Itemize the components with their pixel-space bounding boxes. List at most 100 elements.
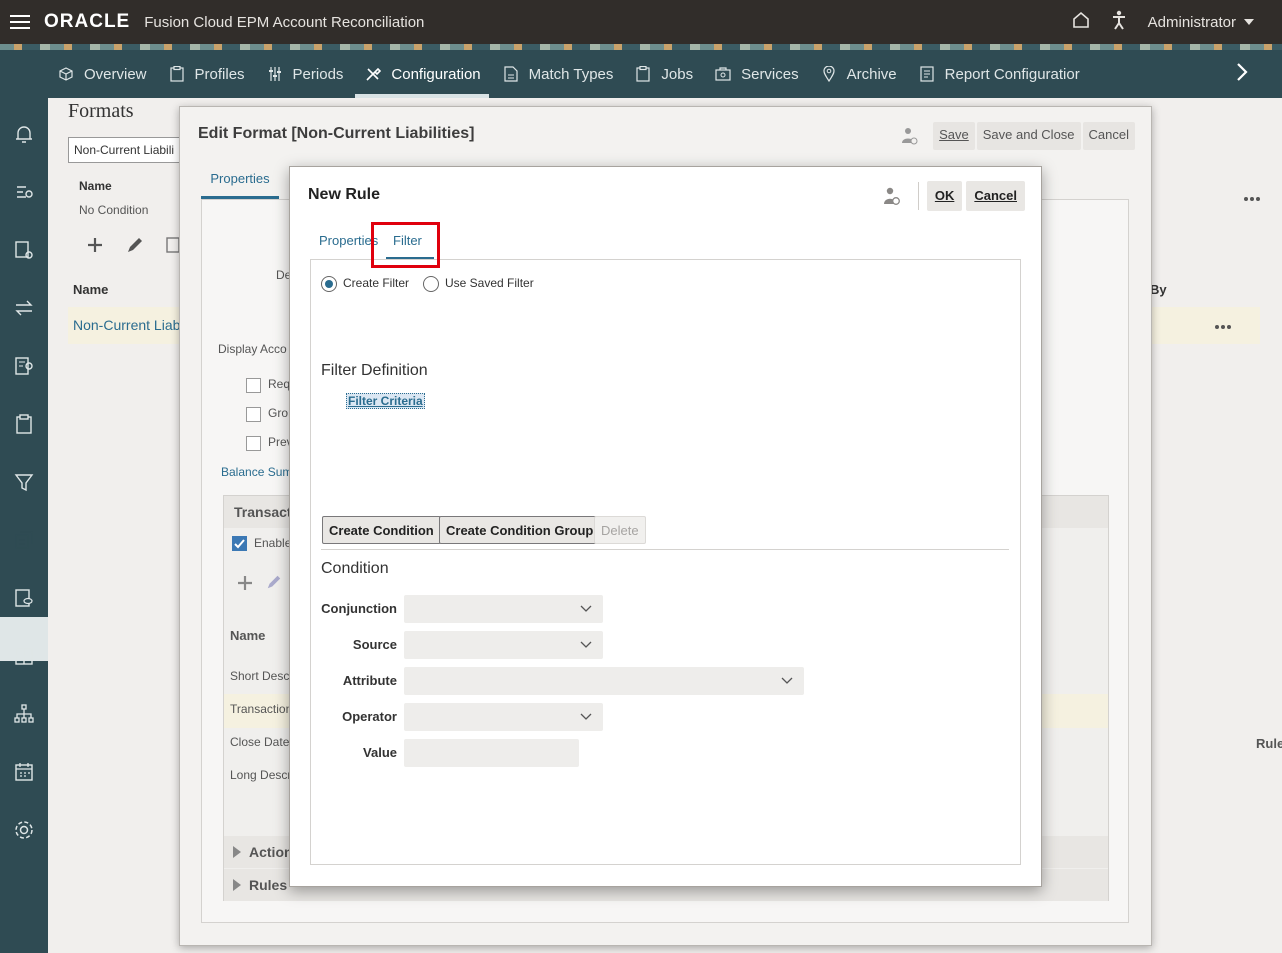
oracle-logo: ORACLE (44, 11, 131, 32)
checkbox[interactable] (246, 407, 261, 422)
conjunction-select[interactable] (404, 595, 603, 623)
edit-icon[interactable] (266, 574, 282, 593)
nav-label: Jobs (661, 65, 694, 83)
tab-properties[interactable]: Properties (319, 233, 378, 248)
person-settings-icon[interactable] (880, 184, 904, 208)
chevron-down-icon (580, 605, 592, 612)
document-icon (503, 66, 519, 82)
tab-properties[interactable]: Properties (201, 171, 279, 199)
attribute-label: Attribute (342, 673, 397, 688)
conjunction-label: Conjunction (321, 601, 397, 616)
formats-icon[interactable] (12, 528, 36, 552)
chevron-right-icon[interactable] (1236, 62, 1248, 88)
nav-services[interactable]: Services (713, 50, 819, 98)
req-label: Req (268, 377, 291, 391)
nav-label: Overview (84, 65, 147, 83)
use-saved-filter-radio[interactable] (423, 276, 439, 292)
hamburger-menu-icon[interactable] (0, 0, 40, 44)
expand-icon[interactable] (233, 846, 241, 861)
ok-button[interactable]: OK (926, 181, 963, 211)
long-desc-row: Long Descr (230, 768, 292, 782)
name-column-header: Name (79, 179, 112, 193)
rules-header[interactable]: Rules (249, 877, 287, 893)
create-condition-group-button[interactable]: Create Condition Group (439, 516, 601, 544)
filter-icon[interactable] (12, 470, 36, 494)
filter-criteria-link[interactable]: Filter Criteria (346, 393, 425, 409)
short-desc-row: Short Desc (230, 669, 290, 683)
sliders-icon (267, 66, 283, 82)
create-condition-button[interactable]: Create Condition (322, 516, 441, 544)
calendar-icon[interactable] (12, 760, 36, 784)
value-input[interactable] (404, 739, 579, 767)
nav-archive[interactable]: Archive (819, 50, 917, 98)
person-settings-icon[interactable] (895, 122, 925, 150)
nav-report-configuration[interactable]: Report Configuratior (917, 50, 1100, 98)
nav-configuration[interactable]: Configuration (355, 50, 500, 98)
cancel-button[interactable]: Cancel (1082, 122, 1135, 150)
nav-label: Services (741, 65, 799, 83)
home-icon[interactable] (1072, 11, 1090, 33)
accessibility-icon[interactable] (1112, 10, 1126, 34)
filter-tab-highlight (371, 222, 440, 268)
top-header: ORACLE Fusion Cloud EPM Account Reconcil… (0, 0, 1282, 44)
enable-label: Enable (254, 536, 292, 550)
view-doc-icon[interactable] (12, 586, 36, 610)
grid-icon[interactable] (12, 644, 36, 668)
clipboard-icon[interactable] (12, 412, 36, 436)
more-options-icon[interactable] (1214, 318, 1232, 333)
nav-label: Archive (846, 65, 897, 83)
balance-summary-link[interactable]: Balance Sum (221, 465, 292, 479)
search-input[interactable]: Non-Current Liabili (68, 137, 180, 163)
nav-periods[interactable]: Periods (265, 50, 364, 98)
nav-profiles[interactable]: Profiles (167, 50, 265, 98)
actions-header[interactable]: Action (249, 844, 293, 860)
gear-icon[interactable] (12, 818, 36, 842)
attribute-select[interactable] (404, 667, 804, 695)
checkbox[interactable] (246, 436, 261, 451)
use-saved-filter-label: Use Saved Filter (445, 276, 534, 290)
nav-jobs[interactable]: Jobs (633, 50, 713, 98)
list-item-link[interactable]: Non-Current Liab (73, 317, 180, 333)
nav-overview[interactable]: Overview (56, 50, 167, 98)
value-label: Value (363, 745, 397, 760)
create-filter-radio[interactable] (321, 276, 337, 292)
checkbox[interactable] (246, 378, 261, 393)
bell-icon[interactable] (12, 122, 36, 146)
new-rule-dialog: New Rule OK Cancel Properties Filter Cre… (289, 166, 1042, 887)
enable-checkbox[interactable] (232, 536, 247, 551)
add-icon[interactable] (86, 236, 104, 257)
operator-select[interactable] (404, 703, 603, 731)
chevron-down-icon (580, 713, 592, 720)
nav-label: Match Types (528, 65, 614, 83)
save-button[interactable]: Save (933, 122, 975, 150)
name-column-header: Name (230, 628, 266, 643)
transactions-header: Transact (234, 504, 292, 520)
pin-icon (821, 66, 837, 82)
nav-match-types[interactable]: Match Types (501, 50, 634, 98)
delete-button[interactable]: Delete (594, 516, 646, 544)
nav-label: Report Configuratior (944, 65, 1080, 83)
edit-icon[interactable] (126, 236, 144, 257)
filter-definition-heading: Filter Definition (321, 362, 428, 379)
divider (321, 549, 1009, 550)
copy-icon[interactable] (166, 236, 180, 257)
rules-column-header: Rules (1256, 736, 1282, 751)
page-title: Formats (68, 100, 134, 122)
expand-icon[interactable] (233, 879, 241, 894)
source-select[interactable] (404, 631, 603, 659)
cube-icon (58, 66, 74, 82)
cancel-button[interactable]: Cancel (966, 181, 1025, 211)
user-menu[interactable]: Administrator (1148, 14, 1254, 31)
tasks-icon[interactable] (12, 180, 36, 204)
more-options-icon[interactable] (1243, 190, 1261, 205)
hierarchy-icon[interactable] (12, 702, 36, 726)
chevron-down-icon (781, 677, 793, 684)
settings-doc-icon[interactable] (12, 238, 36, 262)
display-accounts-label: Display Acco (218, 342, 287, 356)
transfer-icon[interactable] (12, 296, 36, 320)
report-settings-icon[interactable] (12, 354, 36, 378)
add-icon[interactable] (236, 574, 254, 595)
condition-heading: Condition (321, 560, 389, 577)
save-and-close-button[interactable]: Save and Close (976, 122, 1081, 150)
by-column-header: By (1150, 282, 1167, 297)
